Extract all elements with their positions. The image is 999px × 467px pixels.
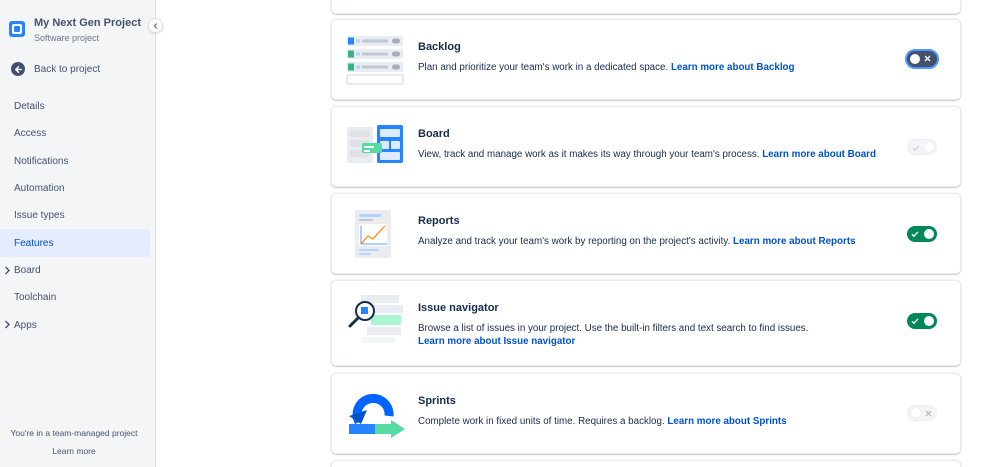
team-managed-note: You're in a team-managed project [10,428,138,438]
sprints-illustration-icon [349,393,405,438]
sidebar-item-access[interactable]: Access [0,120,156,147]
sidebar-item-label: Notifications [14,155,69,167]
sidebar-item-label: Details [14,101,45,113]
feature-card-sprints: Sprints Complete work in fixed units of … [331,373,961,454]
sidebar-item-automation[interactable]: Automation [0,175,156,202]
backlog-illustration-icon [346,36,404,85]
feature-card-board: Board View, track and manage work as it … [331,106,961,187]
feature-description-text: Analyze and track your team's work by re… [418,236,731,247]
feature-learn-more-link[interactable]: Learn more about Reports [733,236,855,247]
feature-toggle-issue-navigator[interactable] [907,313,937,329]
project-avatar-icon [9,21,25,37]
sidebar-item-apps[interactable]: Apps [0,311,156,338]
check-icon [912,144,920,151]
sidebar-item-label: Apps [14,319,37,331]
feature-toggle-backlog[interactable] [907,51,937,67]
feature-toggle-board[interactable] [907,139,937,155]
sidebar-item-label: Automation [14,183,65,195]
sidebar-item-label: Access [14,128,47,140]
feature-toggle-reports[interactable] [907,226,937,242]
feature-description-text: Plan and prioritize your team's work in … [418,62,669,73]
feature-description-text: View, track and manage work as it makes … [418,149,760,160]
sidebar-item-details[interactable]: Details [0,93,156,120]
check-icon [911,231,919,238]
feature-title: Reports [418,215,460,227]
project-header[interactable]: My Next Gen Project Software project [9,16,141,45]
arrow-left-icon [11,62,25,76]
feature-card-backlog: Backlog Plan and prioritize your team's … [331,19,961,100]
feature-title: Sprints [418,395,456,407]
sidebar-item-features[interactable]: Features [0,229,150,257]
project-info: My Next Gen Project Software project [34,16,141,45]
feature-card-partial [331,460,961,467]
toggle-knob [910,54,920,64]
sidebar-item-toolchain[interactable]: Toolchain [0,284,156,311]
check-icon [911,318,919,325]
sidebar-item-issue-types[interactable]: Issue types [0,202,156,229]
toggle-knob [911,408,921,418]
feature-description: View, track and manage work as it makes … [418,147,888,162]
project-type: Software project [34,33,100,43]
chevron-right-icon[interactable] [4,266,11,275]
feature-description: Complete work in fixed units of time. Re… [418,414,888,429]
chevron-left-icon [153,22,157,29]
back-to-project-link[interactable]: Back to project [11,62,100,76]
feature-card-partial [331,0,961,14]
feature-learn-more-link[interactable]: Learn more about Issue navigator [418,336,575,347]
sidebar-item-notifications[interactable]: Notifications [0,148,156,175]
feature-learn-more-link[interactable]: Learn more about Backlog [671,62,795,73]
board-illustration-icon [347,125,403,163]
feature-description: Plan and prioritize your team's work in … [418,60,888,75]
sidebar-item-label: Toolchain [14,292,57,304]
sidebar: My Next Gen Project Software project Bac… [0,0,156,467]
toggle-knob [924,142,934,152]
toggle-knob [924,229,934,239]
feature-description: Analyze and track your team's work by re… [418,234,888,249]
chevron-right-icon[interactable] [4,320,11,329]
issue-navigator-illustration-icon [348,295,403,343]
feature-description-text: Complete work in fixed units of time. Re… [418,416,665,427]
settings-nav: Details Access Notifications Automation … [0,93,156,339]
feature-learn-more-link[interactable]: Learn more about Sprints [667,416,786,427]
feature-card-issue-navigator: Issue navigator Browse a list of issues … [331,280,961,366]
reports-illustration-icon [355,210,391,258]
cross-icon [924,55,931,62]
cross-icon [925,410,932,416]
feature-toggle-sprints[interactable] [907,405,937,421]
back-to-project-label: Back to project [34,63,101,75]
feature-description: Browse a list of issues in your project.… [418,321,888,336]
feature-title: Board [418,128,450,140]
feature-description-text: Browse a list of issues in your project.… [418,323,809,334]
feature-card-reports: Reports Analyze and track your team's wo… [331,193,961,274]
project-name: My Next Gen Project [34,17,141,29]
sidebar-item-label: Features [14,237,54,249]
learn-more-link[interactable]: Learn more [0,446,148,456]
sidebar-item-board[interactable]: Board [0,257,156,284]
feature-title: Issue navigator [418,302,499,314]
sidebar-item-label: Issue types [14,210,65,222]
toggle-knob [924,316,934,326]
feature-title: Backlog [418,41,461,53]
feature-learn-more-link[interactable]: Learn more about Board [762,149,876,160]
collapse-sidebar-button[interactable] [148,18,163,33]
sidebar-item-label: Board [14,264,41,276]
